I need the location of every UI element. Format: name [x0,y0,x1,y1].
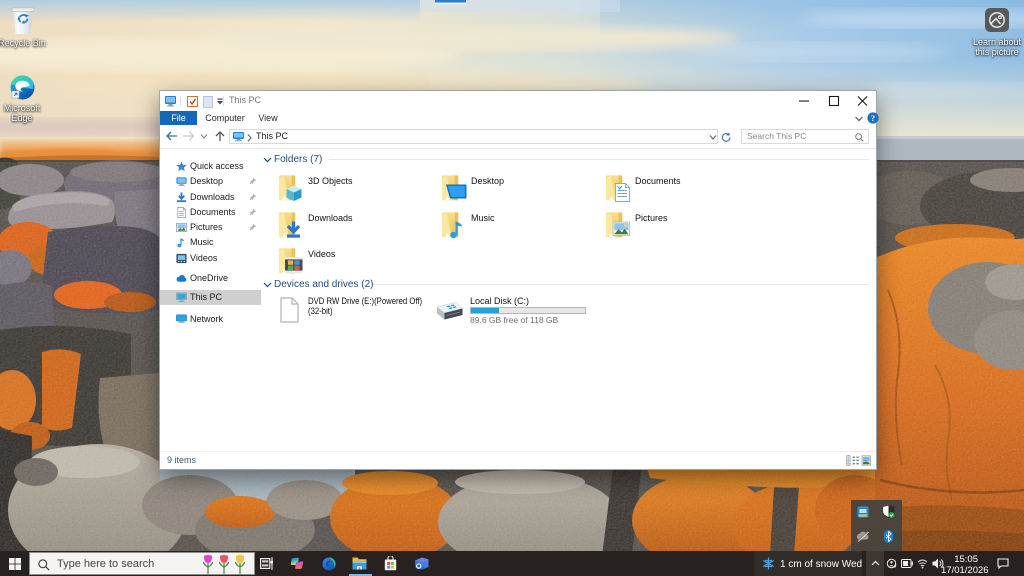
svg-text:?: ? [871,113,875,123]
